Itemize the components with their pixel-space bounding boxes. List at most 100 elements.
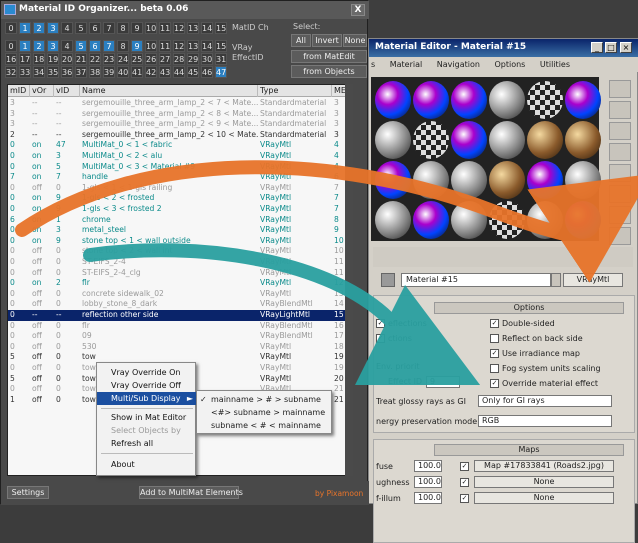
effectid-number[interactable]: 0 <box>5 40 17 52</box>
effectid-number[interactable]: 27 <box>159 53 171 65</box>
material-slot[interactable] <box>413 201 449 239</box>
effectid-number[interactable]: 35 <box>47 66 59 78</box>
table-row[interactable]: 3 -- -- sergemouille_three_arm_lamp_2 < 8 <… <box>8 109 350 120</box>
effectid-number[interactable]: 11 <box>159 40 171 52</box>
effectid-number[interactable]: 28 <box>173 53 185 65</box>
matid-number[interactable]: 12 <box>173 22 185 34</box>
submenu-mainname-subname[interactable]: ✓ mainname > # > subname <box>197 393 333 406</box>
matid-number[interactable]: 10 <box>145 22 157 34</box>
organizer-close-button[interactable]: X <box>351 4 365 16</box>
material-slot[interactable] <box>451 201 487 239</box>
table-row[interactable]: 2 -- -- sergemouille_three_arm_lamp_2 < 10 … <box>8 130 350 141</box>
material-slot[interactable] <box>565 121 601 159</box>
table-row[interactable]: 6 on 1 chrome VRayMtl 8 <box>8 215 350 226</box>
effectid-number[interactable]: 46 <box>201 66 213 78</box>
menu-options[interactable]: Options <box>494 60 525 69</box>
effectid-number[interactable]: 20 <box>61 53 73 65</box>
background-icon[interactable] <box>609 122 631 140</box>
map-slot-button[interactable]: Map #17833841 (Roads2.jpg) <box>474 460 614 472</box>
matid-number[interactable]: 15 <box>215 22 227 34</box>
effectid-number[interactable]: 6 <box>89 40 101 52</box>
menu-multisub-display[interactable]: Multi/Sub Display ► <box>97 392 197 405</box>
matid-number[interactable]: 7 <box>103 22 115 34</box>
effectid-number[interactable]: 47 <box>215 66 227 78</box>
column-header-type[interactable]: Type <box>258 85 332 97</box>
table-row[interactable]: 0 off 0 1-gls < 1 < 1-gls railing VRayMtl 7 <box>8 183 350 194</box>
effectid-number[interactable]: 43 <box>159 66 171 78</box>
effectid-number[interactable]: 1 <box>19 40 31 52</box>
from-objects-button[interactable]: from Objects <box>291 65 367 78</box>
map-enable-checkbox[interactable]: ✓ <box>460 462 469 471</box>
table-row[interactable]: 0 off 0 flr VRayBlendMtl 16 <box>8 321 350 332</box>
effectid-number[interactable]: 42 <box>145 66 157 78</box>
table-row[interactable]: 0 on 2 flr VRayMtl 12 <box>8 278 350 289</box>
table-row[interactable]: 0 on 9 stone top < 1 < wall outside VRayMtl 1… <box>8 236 350 247</box>
effectid-number[interactable]: 24 <box>117 53 129 65</box>
effectid-number[interactable]: 25 <box>131 53 143 65</box>
effectid-number[interactable]: 40 <box>117 66 129 78</box>
menu-show-in-mat-editor[interactable]: Show in Mat Editor <box>97 411 197 424</box>
menu-item[interactable]: s <box>371 60 375 69</box>
effectid-number[interactable]: 23 <box>103 53 115 65</box>
table-row[interactable]: 0 off 0 lobby_stone_8_dark VRayBlendMtl 14 <box>8 299 350 310</box>
energy-preservation-dropdown[interactable]: RGB <box>478 415 612 427</box>
material-slot[interactable] <box>489 121 525 159</box>
effectid-number[interactable]: 22 <box>89 53 101 65</box>
trace-reflections-checkbox[interactable]: ✓ <box>376 319 385 328</box>
override-effect-checkbox[interactable]: ✓ <box>490 379 499 388</box>
material-slot[interactable] <box>489 161 525 199</box>
effect-id-field[interactable]: 9 <box>426 376 460 388</box>
effectid-number[interactable]: 7 <box>103 40 115 52</box>
glossy-rays-dropdown[interactable]: Only for GI rays <box>478 395 612 407</box>
table-row[interactable]: 0 on 47 MultiMat_0 < 1 < fabric VRayMtl 4 <box>8 140 350 151</box>
effectid-number[interactable]: 37 <box>75 66 87 78</box>
video-color-icon[interactable] <box>609 164 631 182</box>
matid-number[interactable]: 4 <box>61 22 73 34</box>
matid-number[interactable]: 3 <box>47 22 59 34</box>
matid-number[interactable]: 0 <box>5 22 17 34</box>
matid-number[interactable]: 9 <box>131 22 143 34</box>
menu-refresh-all[interactable]: Refresh all <box>97 437 197 450</box>
material-slot[interactable] <box>489 81 525 119</box>
effectid-number[interactable]: 5 <box>75 40 87 52</box>
trace-refractions-checkbox[interactable]: ✓ <box>376 334 385 343</box>
from-matedit-button[interactable]: from MatEdit <box>291 50 367 63</box>
menu-navigation[interactable]: Navigation <box>437 60 480 69</box>
effectid-number[interactable]: 38 <box>89 66 101 78</box>
table-row[interactable]: 0 -- -- reflection other side VRayLightMtl 15 <box>8 310 350 321</box>
column-header-mid[interactable]: mID <box>8 85 30 97</box>
effectid-number[interactable]: 12 <box>173 40 185 52</box>
effectid-number[interactable]: 10 <box>145 40 157 52</box>
column-header-vid[interactable]: vID <box>54 85 80 97</box>
options-header[interactable]: Options <box>434 302 624 314</box>
uv-tiling-icon[interactable] <box>609 143 631 161</box>
menu-about[interactable]: About <box>97 458 197 471</box>
list-scrollbar[interactable] <box>345 84 353 476</box>
matid-number[interactable]: 6 <box>89 22 101 34</box>
material-slot[interactable] <box>527 161 563 199</box>
table-row[interactable]: 0 off 0 ST-EIFS_2-4_clg VRayMtl 11 <box>8 268 350 279</box>
menu-utilities[interactable]: Utilities <box>540 60 570 69</box>
effectid-number[interactable]: 17 <box>19 53 31 65</box>
chevron-down-icon[interactable] <box>551 273 561 287</box>
material-slot[interactable] <box>565 161 601 199</box>
sample-type-icon[interactable] <box>609 80 631 98</box>
matid-number[interactable]: 14 <box>201 22 213 34</box>
submenu-subname-num-mainname[interactable]: subname < # < mainname <box>197 419 333 432</box>
effectid-number[interactable]: 18 <box>33 53 45 65</box>
effectid-number[interactable]: 44 <box>173 66 185 78</box>
material-slot[interactable] <box>375 81 411 119</box>
minimize-button[interactable]: _ <box>591 42 603 53</box>
fog-units-checkbox[interactable] <box>490 364 499 373</box>
options-icon[interactable] <box>609 206 631 224</box>
material-slot[interactable] <box>413 121 449 159</box>
effectid-number[interactable]: 14 <box>201 40 213 52</box>
effectid-number[interactable]: 4 <box>61 40 73 52</box>
table-row[interactable]: 0 on 3 metal_steel VRayMtl 9 <box>8 225 350 236</box>
double-sided-checkbox[interactable]: ✓ <box>490 319 499 328</box>
material-slot[interactable] <box>413 161 449 199</box>
material-slot[interactable] <box>527 121 563 159</box>
matid-number[interactable]: 1 <box>19 22 31 34</box>
table-row[interactable]: 0 on 9 1-gls < 2 < frosted VRayMtl 7 <box>8 193 350 204</box>
table-row[interactable]: 0 off 0 ST-EIFS_2-4 VRayMtl 11 <box>8 257 350 268</box>
